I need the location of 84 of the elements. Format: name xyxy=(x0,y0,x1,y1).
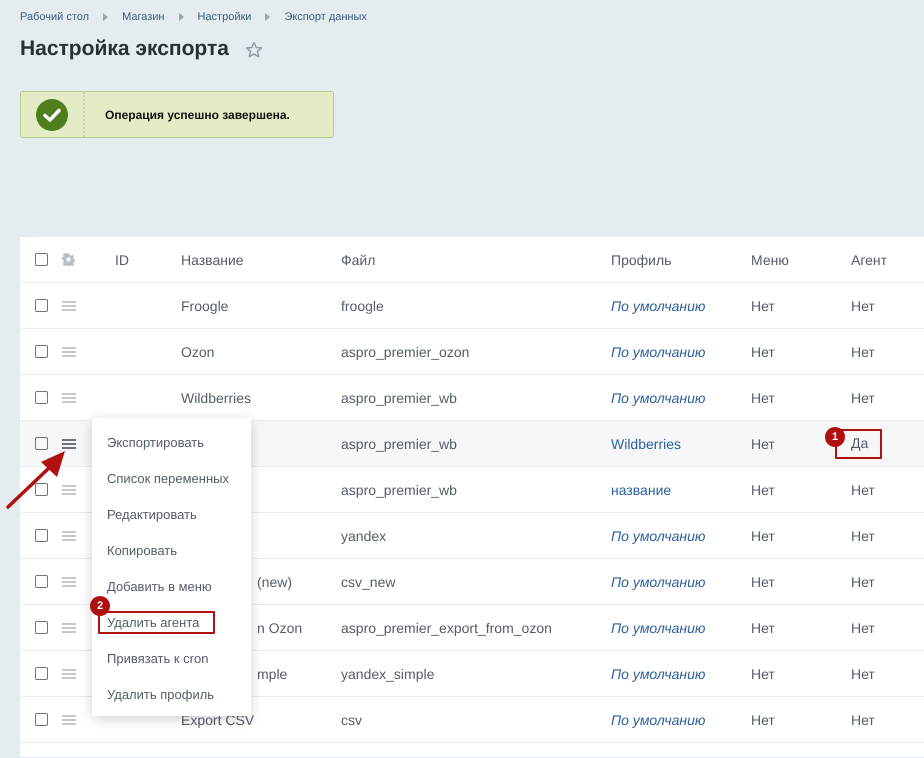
row-checkbox[interactable] xyxy=(35,391,48,404)
menu-icon[interactable] xyxy=(62,438,76,448)
page-title: Настройка экспорта xyxy=(20,37,229,61)
profile-link[interactable]: По умолчанию xyxy=(611,298,706,314)
menu-item[interactable]: Привязать к cron xyxy=(107,650,208,666)
breadcrumb-link[interactable]: Магазин xyxy=(122,11,164,23)
step-badge: 1 xyxy=(825,426,845,446)
breadcrumb-link[interactable]: Настройки xyxy=(198,11,252,23)
table-cell: Нет xyxy=(851,712,875,728)
breadcrumb-link[interactable]: Рабочий стол xyxy=(20,11,90,23)
table-cell: Нет xyxy=(751,712,775,728)
breadcrumb-link[interactable]: Экспорт данных xyxy=(284,11,367,23)
profile-link[interactable]: По умолчанию xyxy=(611,344,706,360)
table-cell: aspro_premier_wb xyxy=(341,482,457,498)
column-header[interactable]: Файл xyxy=(341,252,611,268)
chevron-right-icon xyxy=(265,13,270,21)
arrow-annotation xyxy=(5,448,67,510)
menu-item[interactable]: Список переменных xyxy=(107,470,229,486)
table-cell: aspro_premier_wb xyxy=(341,436,457,452)
profile-link[interactable]: Wildberries xyxy=(611,436,682,452)
row-checkbox[interactable] xyxy=(35,667,48,680)
table-cell: aspro_premier_ozon xyxy=(341,344,470,360)
table-cell: Нет xyxy=(751,666,775,682)
table-cell: Froogle xyxy=(181,298,228,314)
check-icon xyxy=(36,98,68,130)
notice-text: Операция успешно завершена. xyxy=(104,108,290,122)
table-cell: Нет xyxy=(851,482,875,498)
table-cell: froogle xyxy=(341,298,384,314)
column-header[interactable]: Профиль xyxy=(611,252,751,268)
table-cell: Нет xyxy=(851,574,875,590)
step-badge: 2 xyxy=(90,596,110,616)
column-header[interactable]: Название xyxy=(181,252,341,268)
menu-item[interactable]: Редактировать xyxy=(107,506,197,522)
table-cell: csv_new xyxy=(341,574,396,590)
chevron-right-icon xyxy=(103,13,108,21)
table-cell: Нет xyxy=(851,390,875,406)
menu-item[interactable]: Экспортировать xyxy=(107,434,204,450)
star-icon[interactable] xyxy=(244,41,263,59)
table-cell: Нет xyxy=(851,344,875,360)
profile-link[interactable]: По умолчанию xyxy=(611,528,706,544)
table-cell: aspro_premier_export_from_ozon xyxy=(341,620,552,636)
table-cell: aspro_premier_wb xyxy=(341,390,457,406)
table-cell: n Ozon xyxy=(257,620,302,636)
table-cell: Нет xyxy=(851,528,875,544)
row-checkbox[interactable] xyxy=(35,529,48,542)
table-cell: Нет xyxy=(751,436,775,452)
row-checkbox[interactable] xyxy=(35,713,48,726)
row-checkbox[interactable] xyxy=(35,483,48,496)
table-cell: Нет xyxy=(751,528,775,544)
table-cell: Нет xyxy=(751,574,775,590)
table-cell: yandex_simple xyxy=(341,666,434,682)
table-cell: yandex xyxy=(341,528,386,544)
profile-link[interactable]: По умолчанию xyxy=(611,620,706,636)
table-cell: Ozon xyxy=(181,344,214,360)
table-cell: Нет xyxy=(851,620,875,636)
table-cell: (new) xyxy=(257,574,292,590)
table-cell: Нет xyxy=(751,344,775,360)
row-checkbox[interactable] xyxy=(35,299,48,312)
table-cell: mple xyxy=(257,666,288,682)
column-header[interactable]: Меню xyxy=(751,252,851,268)
column-header[interactable]: Агент xyxy=(851,252,924,268)
row-checkbox[interactable] xyxy=(35,345,48,358)
profile-link[interactable]: название xyxy=(611,482,672,498)
menu-item[interactable]: Добавить в меню xyxy=(107,578,212,594)
profile-link[interactable]: По умолчанию xyxy=(611,666,706,682)
profile-link[interactable]: По умолчанию xyxy=(611,574,706,590)
table-cell: Нет xyxy=(751,482,775,498)
table-cell: csv xyxy=(341,712,362,728)
menu-item[interactable]: Копировать xyxy=(107,542,177,558)
menu-item[interactable]: Удалить профиль xyxy=(107,686,214,702)
table-cell: Нет xyxy=(751,298,775,314)
table-cell: Нет xyxy=(751,390,775,406)
profile-link[interactable]: По умолчанию xyxy=(611,390,706,406)
table-cell: Нет xyxy=(851,666,875,682)
table-cell: Нет xyxy=(751,620,775,636)
row-checkbox[interactable] xyxy=(35,575,48,588)
row-checkbox[interactable] xyxy=(35,621,48,634)
chevron-right-icon xyxy=(178,13,184,21)
row-checkbox[interactable] xyxy=(35,437,48,450)
table-cell: Wildberries xyxy=(181,390,252,406)
table-cell: Нет xyxy=(851,298,875,314)
profile-link[interactable]: По умолчанию xyxy=(611,712,706,728)
column-header[interactable]: ID xyxy=(115,252,181,268)
select-all-checkbox[interactable] xyxy=(35,253,48,266)
